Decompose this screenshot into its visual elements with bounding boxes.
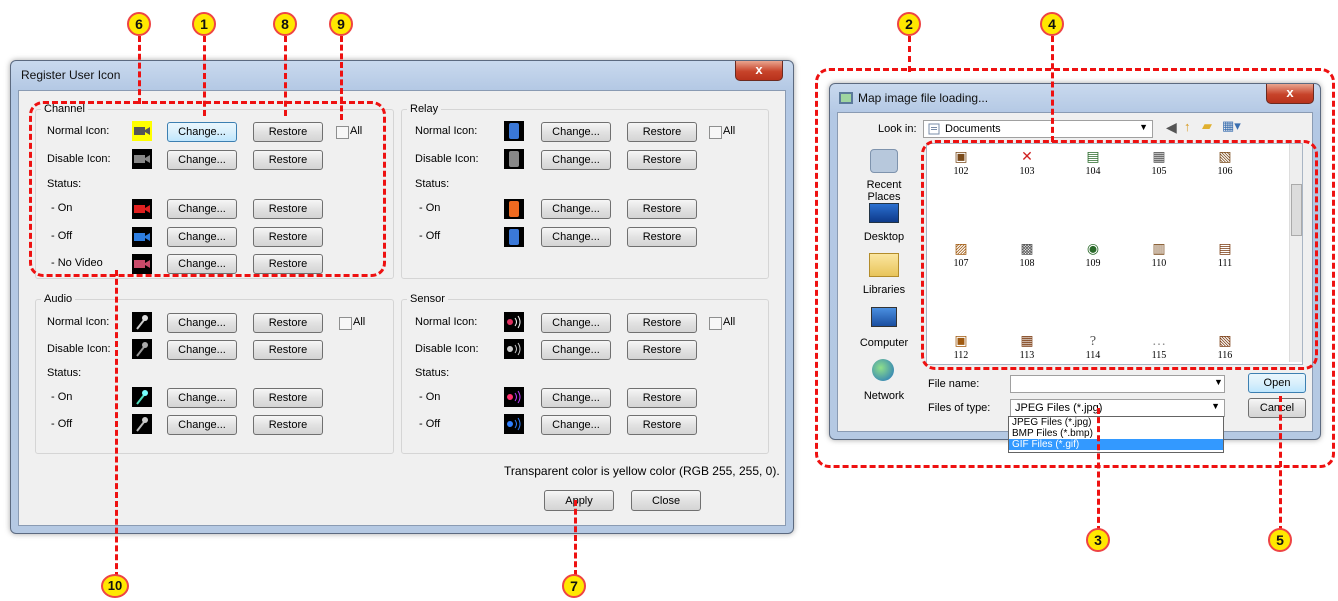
audio-status-label: Status: [47, 367, 82, 379]
audio-disable-restore-button[interactable]: Restore [253, 340, 323, 360]
audio-normal-label: Normal Icon: [47, 316, 110, 328]
callout-leader [340, 36, 343, 120]
relay-disable-restore-button[interactable]: Restore [627, 150, 697, 170]
relay-icon [504, 121, 524, 141]
relay-group-title: Relay [407, 103, 442, 115]
callout-leader [203, 36, 206, 116]
callout-leader [1051, 36, 1054, 142]
audio-off-restore-button[interactable]: Restore [253, 415, 323, 435]
sensor-disabled-icon [504, 339, 524, 359]
audio-normal-change-button[interactable]: Change... [167, 313, 237, 333]
sensor-on-icon [504, 387, 524, 407]
relay-disabled-icon [504, 149, 524, 169]
sensor-on-change-button[interactable]: Change... [541, 388, 611, 408]
relay-on-change-button[interactable]: Change... [541, 199, 611, 219]
sensor-disable-label: Disable Icon: [415, 343, 479, 355]
callout-5: 5 [1268, 528, 1292, 552]
relay-on-restore-button[interactable]: Restore [627, 199, 697, 219]
relay-normal-change-button[interactable]: Change... [541, 122, 611, 142]
relay-all-checkbox[interactable] [709, 126, 722, 139]
sensor-status-label: Status: [415, 367, 450, 379]
callout-3: 3 [1086, 528, 1110, 552]
callout-2: 2 [897, 12, 921, 36]
sensor-off-change-button[interactable]: Change... [541, 415, 611, 435]
audio-on-restore-button[interactable]: Restore [253, 388, 323, 408]
sensor-disable-restore-button[interactable]: Restore [627, 340, 697, 360]
callout-leader [138, 36, 141, 104]
relay-on-label: - On [419, 202, 441, 214]
sensor-normal-label: Normal Icon: [415, 316, 478, 328]
microphone-on-icon [132, 387, 152, 407]
audio-normal-restore-button[interactable]: Restore [253, 313, 323, 333]
relay-disable-change-button[interactable]: Change... [541, 150, 611, 170]
sensor-off-restore-button[interactable]: Restore [627, 415, 697, 435]
relay-off-icon [504, 227, 524, 247]
microphone-disabled-icon [132, 339, 152, 359]
apply-button[interactable]: Apply [544, 490, 614, 511]
relay-on-icon [504, 199, 524, 219]
sensor-off-label: - Off [419, 418, 441, 430]
close-button[interactable]: Close [631, 490, 701, 511]
file-list-callout-box [921, 140, 1318, 370]
relay-off-change-button[interactable]: Change... [541, 227, 611, 247]
callout-leader [1279, 396, 1282, 532]
callout-leader [284, 36, 287, 116]
callout-leader [574, 500, 577, 576]
audio-off-change-button[interactable]: Change... [167, 415, 237, 435]
sensor-icon [504, 312, 524, 332]
relay-normal-label: Normal Icon: [415, 125, 478, 137]
relay-all-label: All [723, 125, 736, 137]
sensor-group-title: Sensor [407, 293, 448, 305]
relay-disable-label: Disable Icon: [415, 153, 479, 165]
sensor-all-label: All [723, 316, 736, 328]
sensor-normal-restore-button[interactable]: Restore [627, 313, 697, 333]
relay-normal-restore-button[interactable]: Restore [627, 122, 697, 142]
callout-6: 6 [127, 12, 151, 36]
dialog-title: Register User Icon [21, 68, 121, 82]
relay-off-label: - Off [419, 230, 441, 242]
callout-10: 10 [101, 574, 129, 598]
audio-disable-change-button[interactable]: Change... [167, 340, 237, 360]
callout-9: 9 [329, 12, 353, 36]
sensor-normal-change-button[interactable]: Change... [541, 313, 611, 333]
audio-all-label: All [353, 316, 366, 328]
sensor-disable-change-button[interactable]: Change... [541, 340, 611, 360]
transparent-color-note: Transparent color is yellow color (RGB 2… [504, 464, 780, 478]
callout-leader [1097, 408, 1100, 532]
callout-8: 8 [273, 12, 297, 36]
callout-7: 7 [562, 574, 586, 598]
audio-off-label: - Off [51, 418, 73, 430]
microphone-icon [132, 312, 152, 332]
callout-4: 4 [1040, 12, 1064, 36]
sensor-on-restore-button[interactable]: Restore [627, 388, 697, 408]
sensor-on-label: - On [419, 391, 441, 403]
audio-on-change-button[interactable]: Change... [167, 388, 237, 408]
sensor-off-icon [504, 414, 524, 434]
audio-group-title: Audio [41, 293, 76, 305]
sensor-all-checkbox[interactable] [709, 317, 722, 330]
callout-1: 1 [192, 12, 216, 36]
callout-leader [908, 36, 911, 72]
audio-on-label: - On [51, 391, 73, 403]
relay-off-restore-button[interactable]: Restore [627, 227, 697, 247]
microphone-off-icon [132, 414, 152, 434]
channel-callout-box [29, 101, 386, 277]
callout-leader [115, 270, 118, 578]
dialog-close-button[interactable]: x [735, 61, 783, 81]
audio-all-checkbox[interactable] [339, 317, 352, 330]
audio-disable-label: Disable Icon: [47, 343, 111, 355]
relay-status-label: Status: [415, 178, 450, 190]
